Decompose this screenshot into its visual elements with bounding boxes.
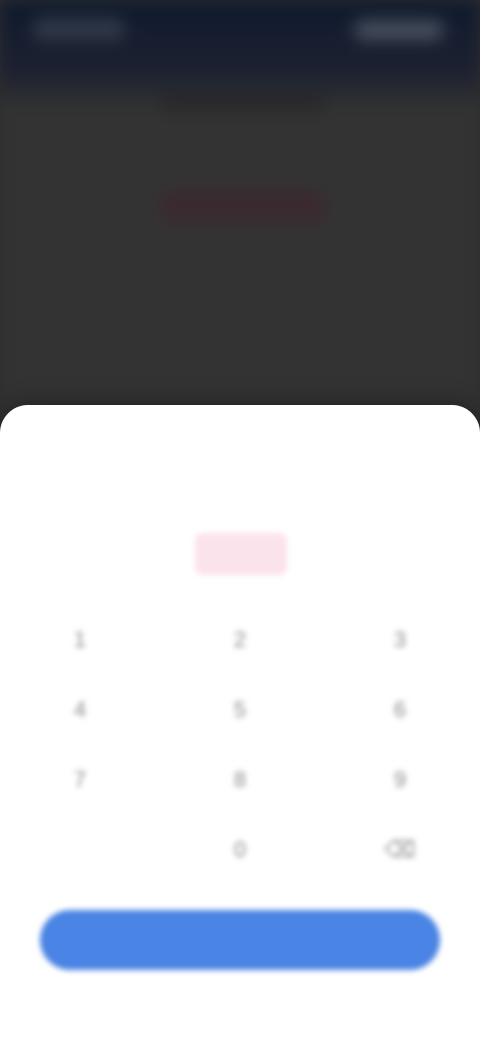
- background-app: [0, 0, 480, 420]
- key-6[interactable]: 6: [350, 685, 450, 735]
- header-action[interactable]: [354, 20, 444, 40]
- key-8[interactable]: 8: [190, 755, 290, 805]
- back-button[interactable]: [34, 18, 124, 40]
- confirm-button[interactable]: [40, 910, 440, 970]
- key-0[interactable]: 0: [190, 825, 290, 875]
- backspace-key[interactable]: ⌫: [350, 825, 450, 875]
- key-5[interactable]: 5: [190, 685, 290, 735]
- key-1[interactable]: 1: [30, 615, 130, 665]
- screen: 1 2 3 4 5 6 7 8 9 0 ⌫: [0, 0, 480, 1040]
- numeric-keypad: 1 2 3 4 5 6 7 8 9 0 ⌫: [0, 615, 480, 875]
- key-4[interactable]: 4: [30, 685, 130, 735]
- background-title: [160, 94, 325, 112]
- key-3[interactable]: 3: [350, 615, 450, 665]
- sheet-content: 1 2 3 4 5 6 7 8 9 0 ⌫: [0, 405, 480, 1040]
- amount-display: [195, 533, 287, 575]
- background-value: [160, 190, 325, 222]
- key-9[interactable]: 9: [350, 755, 450, 805]
- top-bar: [0, 0, 480, 64]
- key-2[interactable]: 2: [190, 615, 290, 665]
- key-7[interactable]: 7: [30, 755, 130, 805]
- bottom-sheet: 1 2 3 4 5 6 7 8 9 0 ⌫: [0, 405, 480, 1040]
- key-empty: [30, 825, 130, 875]
